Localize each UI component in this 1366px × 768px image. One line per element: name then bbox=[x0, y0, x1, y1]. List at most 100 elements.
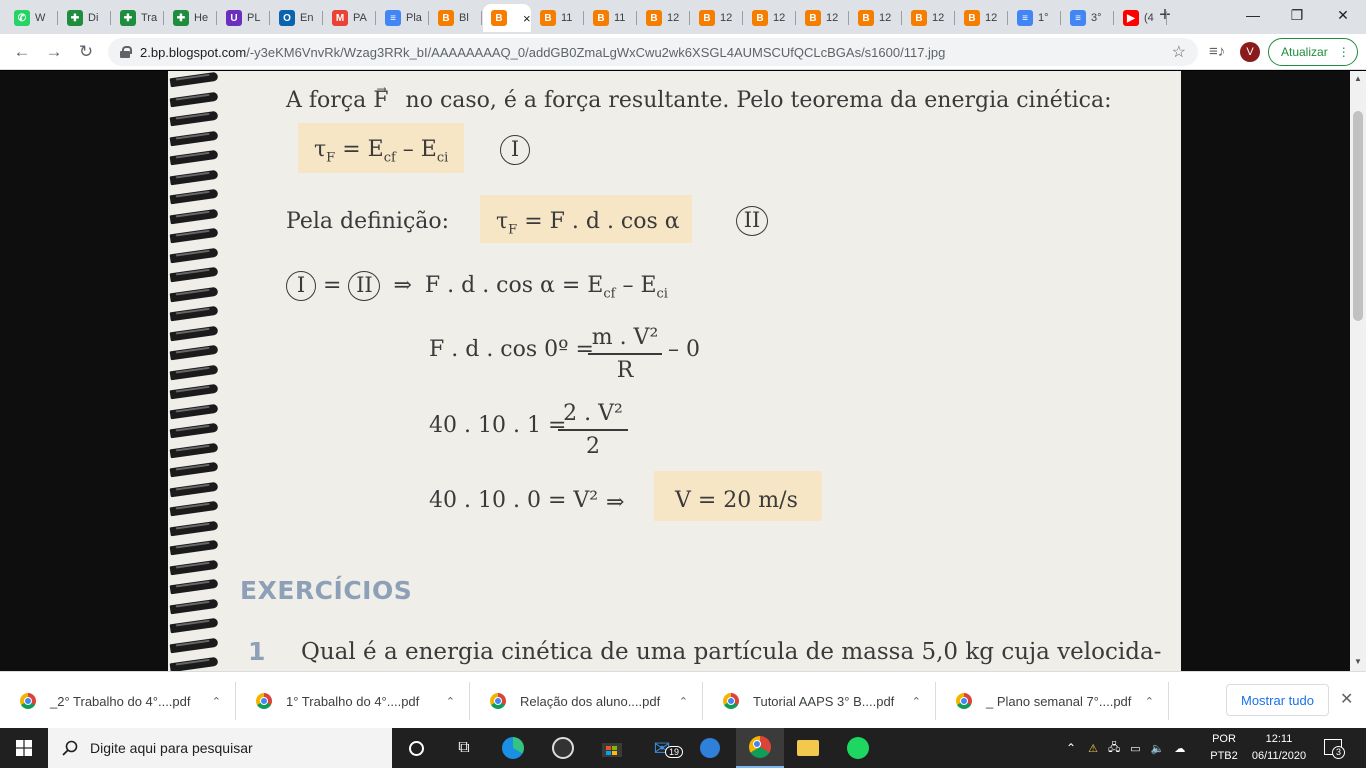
download-item[interactable]: _ Plano semanal 7°....pdf ⌃ bbox=[936, 682, 1169, 720]
reload-button[interactable]: ↻ bbox=[74, 40, 98, 64]
start-button[interactable] bbox=[0, 728, 48, 768]
show-all-downloads-button[interactable]: Mostrar tudo bbox=[1226, 684, 1329, 716]
forward-button[interactable]: → bbox=[42, 40, 66, 64]
obs-app[interactable] bbox=[539, 728, 587, 768]
cloud-icon[interactable]: ☁ bbox=[1174, 742, 1185, 755]
tab-label: 11 bbox=[614, 12, 626, 24]
chevron-up-icon[interactable]: ⌃ bbox=[1066, 741, 1076, 755]
eq1-sub2: cf bbox=[383, 150, 396, 166]
spiral-ring bbox=[169, 403, 219, 419]
store-app[interactable] bbox=[588, 728, 636, 768]
equation-4-fraction: m . V² R bbox=[588, 325, 662, 383]
eq2-rest: = F . d . cos α bbox=[524, 209, 680, 234]
fraction-bar-2 bbox=[558, 429, 628, 431]
search-icon bbox=[62, 740, 78, 756]
taskbar-search[interactable]: Digite aqui para pesquisar bbox=[48, 728, 392, 768]
tab[interactable]: ≡ 3° bbox=[1062, 4, 1114, 32]
task-view-button[interactable]: ⧉ bbox=[440, 728, 488, 768]
tab-close-icon[interactable]: × bbox=[523, 11, 531, 26]
close-icon[interactable]: ✕ bbox=[1340, 689, 1353, 709]
download-item[interactable]: Relação dos aluno....pdf ⌃ bbox=[470, 682, 703, 720]
equation-5-left: 40 . 10 . 1 = bbox=[429, 413, 567, 438]
equation-3: I = II ⇒ F . d . cos α = Ecf – Eci bbox=[286, 271, 668, 301]
cortana-button[interactable] bbox=[392, 728, 440, 768]
chevron-up-icon[interactable]: ⌃ bbox=[1145, 695, 1154, 708]
tab[interactable]: ≡ Pla bbox=[377, 4, 429, 32]
tab[interactable]: B 12 bbox=[903, 4, 955, 32]
blogger-icon: B bbox=[593, 10, 609, 26]
download-item[interactable]: Tutorial AAPS 3° B....pdf ⌃ bbox=[703, 682, 936, 720]
roman-one-b: I bbox=[286, 271, 316, 301]
chevron-up-icon[interactable]: ⌃ bbox=[212, 695, 221, 708]
tab[interactable]: B 12 bbox=[744, 4, 796, 32]
equation-6-left: 40 . 10 . 0 = V² bbox=[429, 488, 599, 513]
tab[interactable]: B 11 bbox=[532, 4, 584, 32]
spotify-app[interactable] bbox=[834, 728, 882, 768]
chrome-icon bbox=[749, 736, 771, 758]
chevron-up-icon[interactable]: ⌃ bbox=[446, 695, 455, 708]
tab-active[interactable]: B × bbox=[483, 4, 531, 32]
tab[interactable]: U PL bbox=[218, 4, 270, 32]
clock[interactable]: 12:11 06/11/2020 bbox=[1246, 731, 1312, 765]
battery-icon[interactable]: ▭ bbox=[1130, 742, 1140, 755]
network-icon[interactable]: 🖧 bbox=[1108, 739, 1120, 758]
download-item[interactable]: _2° Trabalho do 4°....pdf ⌃ bbox=[0, 682, 236, 720]
chrome-app-active[interactable] bbox=[736, 728, 784, 768]
scroll-down-icon[interactable]: ▼ bbox=[1354, 657, 1362, 666]
speedtest-app[interactable] bbox=[686, 728, 734, 768]
eq3-body: F . d . cos α = E bbox=[424, 273, 604, 298]
tab[interactable]: ✚ He bbox=[165, 4, 217, 32]
tab[interactable]: B 12 bbox=[797, 4, 849, 32]
media-queue-icon[interactable]: ≡♪ bbox=[1209, 43, 1225, 60]
spiral-ring bbox=[169, 520, 219, 536]
profile-avatar[interactable]: V bbox=[1240, 42, 1260, 62]
file-explorer-app[interactable] bbox=[784, 728, 832, 768]
tab[interactable]: ≡ 1° bbox=[1009, 4, 1061, 32]
back-button[interactable]: ← bbox=[10, 40, 34, 64]
notification-center-button[interactable]: 3 bbox=[1322, 737, 1345, 759]
tab[interactable]: B 12 bbox=[956, 4, 1008, 32]
restore-button[interactable]: ❐ bbox=[1274, 0, 1320, 30]
scroll-up-icon[interactable]: ▲ bbox=[1354, 74, 1362, 83]
tab[interactable]: O En bbox=[271, 4, 323, 32]
download-filename: _2° Trabalho do 4°....pdf bbox=[50, 693, 191, 709]
arrow-right-icon: → bbox=[45, 42, 63, 61]
scrollbar-thumb[interactable] bbox=[1353, 111, 1363, 321]
tab[interactable]: B 12 bbox=[638, 4, 690, 32]
url-path: /-y3eKM6VnvRk/Wzag3RRk_bI/AAAAAAAAQ_0/ad… bbox=[246, 44, 946, 60]
tab[interactable]: ✚ Di bbox=[59, 4, 111, 32]
tab-label: He bbox=[194, 12, 209, 24]
tab[interactable]: B Bl bbox=[430, 4, 482, 32]
language-code: POR bbox=[1212, 733, 1236, 745]
bookmark-star-icon[interactable]: ☆ bbox=[1172, 42, 1186, 62]
chevron-up-icon[interactable]: ⌃ bbox=[679, 695, 688, 708]
tab[interactable]: B 11 bbox=[585, 4, 637, 32]
chrome-icon bbox=[20, 693, 36, 709]
minimize-button[interactable]: — bbox=[1230, 0, 1276, 30]
tab[interactable]: B 12 bbox=[850, 4, 902, 32]
vertical-scrollbar[interactable]: ▲ ▼ bbox=[1350, 71, 1366, 671]
blogger-icon: B bbox=[646, 10, 662, 26]
address-bar[interactable]: 2.bp.blogspot.com/-y3eKM6VnvRk/Wzag3RRk_… bbox=[108, 38, 1198, 66]
chevron-up-icon[interactable]: ⌃ bbox=[912, 695, 921, 708]
download-item[interactable]: 1° Trabalho do 4°....pdf ⌃ bbox=[236, 682, 470, 720]
url-text[interactable]: 2.bp.blogspot.com/-y3eKM6VnvRk/Wzag3RRk_… bbox=[140, 45, 945, 60]
tab[interactable]: ✆ W bbox=[6, 4, 58, 32]
spiral-ring bbox=[169, 266, 219, 283]
browser-toolbar: ← → ↻ 2.bp.blogspot.com/-y3eKM6VnvRk/Wza… bbox=[0, 34, 1366, 70]
edge-app[interactable] bbox=[489, 728, 537, 768]
update-button[interactable]: Atualizar ⋮ bbox=[1268, 38, 1358, 66]
spiral-ring bbox=[169, 539, 219, 556]
tab[interactable]: ▶ (4 bbox=[1115, 4, 1167, 32]
tab[interactable]: B 12 bbox=[691, 4, 743, 32]
spiral-ring bbox=[169, 305, 219, 322]
download-filename: _ Plano semanal 7°....pdf bbox=[986, 693, 1132, 709]
volume-icon[interactable]: 🔈 bbox=[1151, 742, 1165, 755]
mail-app[interactable]: ✉ 19 bbox=[638, 728, 686, 768]
language-indicator[interactable]: POR PTB2 bbox=[1208, 731, 1240, 765]
docs-icon: ≡ bbox=[1017, 10, 1033, 26]
tab[interactable]: M PA bbox=[324, 4, 376, 32]
tab[interactable]: ✚ Tra bbox=[112, 4, 164, 32]
warning-icon[interactable]: ⚠ bbox=[1088, 742, 1098, 755]
close-window-button[interactable]: ✕ bbox=[1320, 0, 1366, 30]
